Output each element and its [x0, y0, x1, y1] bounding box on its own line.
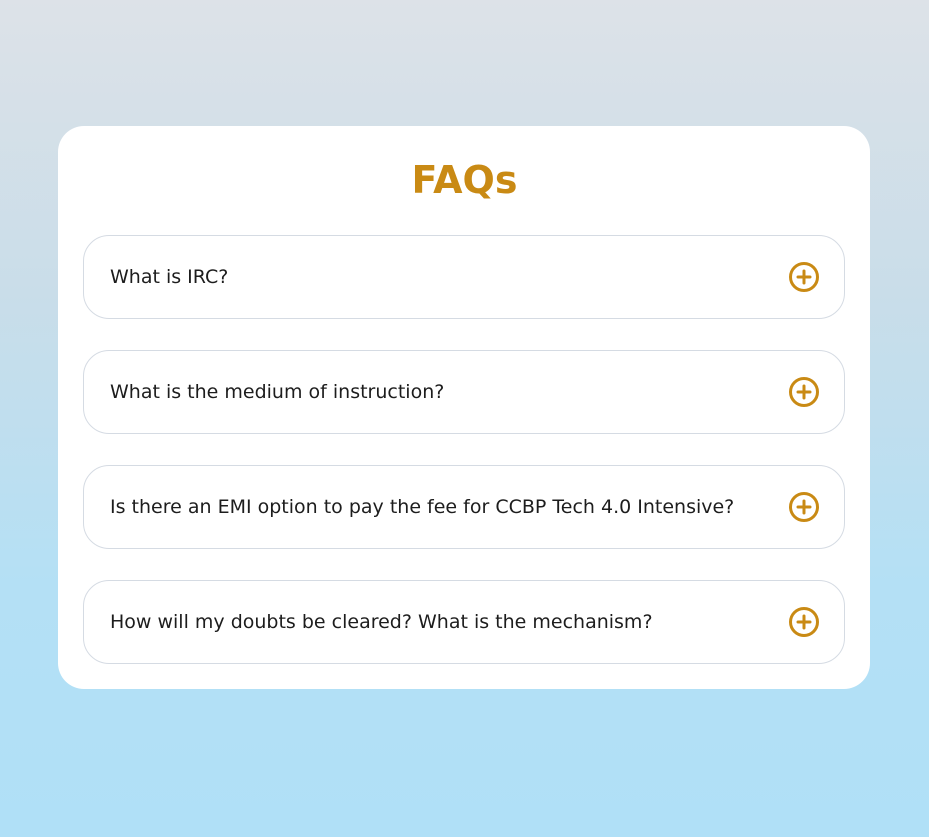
faq-question: What is the medium of instruction?: [110, 381, 445, 403]
plus-circle-icon[interactable]: [788, 376, 820, 408]
faq-question: Is there an EMI option to pay the fee fo…: [110, 496, 735, 518]
plus-circle-icon[interactable]: [788, 491, 820, 523]
faq-item-3[interactable]: Is there an EMI option to pay the fee fo…: [83, 465, 845, 549]
page-title: FAQs: [411, 158, 518, 202]
faq-item-2[interactable]: What is the medium of instruction?: [83, 350, 845, 434]
faq-question: How will my doubts be cleared? What is t…: [110, 611, 653, 633]
faq-item-1[interactable]: What is IRC?: [83, 235, 845, 319]
plus-circle-icon[interactable]: [788, 261, 820, 293]
plus-circle-icon[interactable]: [788, 606, 820, 638]
faq-question: What is IRC?: [110, 266, 229, 288]
faq-item-4[interactable]: How will my doubts be cleared? What is t…: [83, 580, 845, 664]
